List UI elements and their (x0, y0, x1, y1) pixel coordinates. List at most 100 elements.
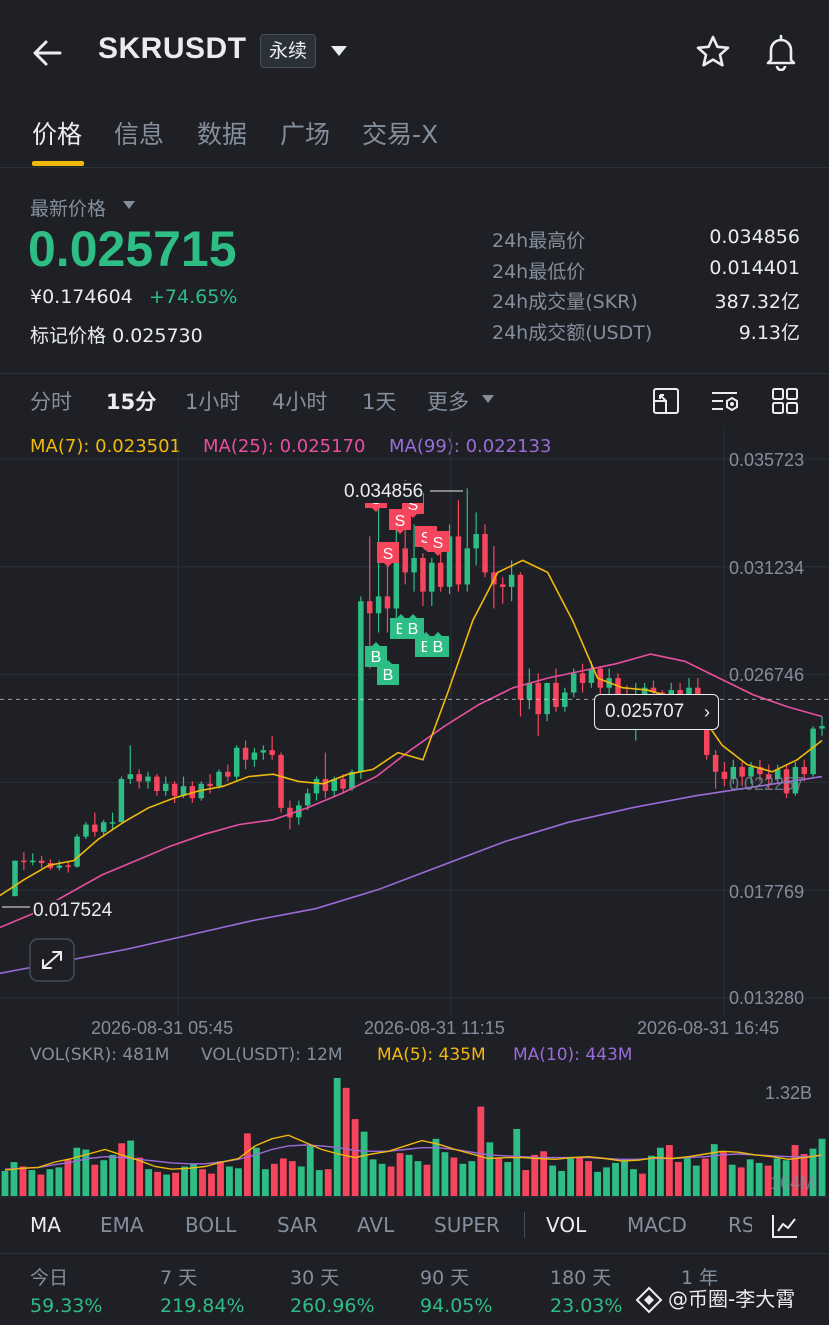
y-axis-label: 0.031234 (729, 558, 805, 578)
stat-label: 24h最低价 (492, 261, 586, 283)
layout-grid-icon[interactable] (770, 386, 800, 416)
stat-high: 24h最高价 0.034856 (492, 226, 800, 256)
dropdown-triangle-icon[interactable] (122, 200, 136, 210)
stat-volume-skr: 24h成交量(SKR) 387.32亿 (492, 287, 800, 317)
chart-settings-icon[interactable] (709, 386, 741, 416)
candle-body (29, 860, 36, 863)
volume-bar (136, 1157, 144, 1196)
bell-icon[interactable] (763, 33, 799, 71)
volume-bar (594, 1171, 601, 1196)
fullscreen-expand-icon[interactable] (29, 938, 75, 982)
indicator-avl[interactable]: AVL (357, 1213, 394, 1237)
volume-chart[interactable] (0, 1070, 829, 1198)
interval-more[interactable]: 更多 (427, 386, 469, 416)
indicator-super[interactable]: SUPER (434, 1213, 500, 1237)
volume-bar (369, 1159, 377, 1196)
candle (83, 822, 89, 840)
volume-bar (423, 1164, 431, 1196)
candle (127, 745, 134, 784)
candle-body (207, 783, 213, 787)
current-price-value: 0.025707 (605, 701, 685, 722)
candle-body (526, 682, 533, 700)
perf-label: 7 天 (160, 1267, 198, 1289)
volume-bar (64, 1159, 72, 1196)
candle-body (92, 824, 98, 832)
candle (21, 852, 27, 871)
top-bar: SKRUSDT 永续 (0, 0, 829, 105)
candle-body (819, 726, 825, 729)
indicator-ema[interactable]: EMA (100, 1213, 144, 1237)
volume-bar (28, 1170, 36, 1196)
candle-body (340, 778, 346, 789)
candle (154, 774, 160, 796)
volume-bar (567, 1158, 575, 1196)
chart-expand-icon[interactable] (651, 386, 681, 416)
candle-body (482, 534, 488, 573)
buy-marker: B (365, 642, 387, 667)
indicator-ma[interactable]: MA (30, 1213, 61, 1237)
candle (233, 745, 240, 782)
tab-trade-x[interactable]: 交易-X (362, 115, 438, 151)
tab-data[interactable]: 数据 (197, 115, 247, 151)
candle-body (136, 774, 142, 782)
indicator-rsi[interactable]: RSI (728, 1213, 752, 1237)
candle (473, 512, 479, 566)
volume-bar (288, 1161, 296, 1196)
star-icon[interactable] (695, 34, 731, 70)
symbol-title[interactable]: SKRUSDT (98, 32, 247, 66)
dropdown-triangle-icon[interactable] (481, 394, 495, 404)
volume-bar (315, 1170, 323, 1196)
candle (207, 774, 213, 794)
indicator-chart-icon[interactable] (770, 1212, 800, 1240)
candle (517, 572, 524, 717)
tab-square[interactable]: 广场 (280, 115, 330, 151)
volume-bar (450, 1157, 458, 1196)
volume-bar (127, 1140, 135, 1196)
volume-bar (486, 1142, 494, 1196)
volume-bar (82, 1149, 90, 1196)
change-percent: +74.65% (149, 286, 238, 308)
candle (393, 524, 400, 633)
active-tab-indicator (32, 161, 84, 166)
volume-bar (235, 1168, 242, 1196)
candle (544, 682, 550, 722)
candle-body (535, 682, 541, 715)
interval-timeline[interactable]: 分时 (30, 386, 72, 416)
current-price-tag[interactable]: 0.025707 › (594, 694, 719, 730)
interval-1h[interactable]: 1小时 (185, 386, 240, 416)
indicator-boll[interactable]: BOLL (185, 1213, 236, 1237)
tab-info[interactable]: 信息 (114, 115, 164, 151)
candle (499, 577, 506, 604)
contract-type-badge: 永续 (260, 34, 317, 68)
marker-label: B (408, 621, 419, 638)
volume-bar (324, 1169, 332, 1196)
volume-bar (504, 1162, 512, 1196)
indicator-vol[interactable]: VOL (546, 1213, 586, 1237)
volume-bar (755, 1162, 763, 1196)
candle-body (225, 771, 231, 777)
back-arrow-icon[interactable] (30, 35, 66, 71)
stat-value: 0.014401 (709, 257, 800, 279)
volume-bar (10, 1162, 18, 1196)
indicator-sar[interactable]: SAR (277, 1213, 318, 1237)
volume-bar (208, 1173, 215, 1196)
volume-bar (100, 1160, 108, 1196)
volume-bar (719, 1151, 727, 1196)
volume-bar (172, 1172, 179, 1196)
volume-bar (405, 1154, 413, 1196)
candle (109, 812, 116, 830)
interval-4h[interactable]: 4小时 (272, 386, 327, 416)
latest-price-label[interactable]: 最新价格 (30, 194, 106, 221)
tab-price[interactable]: 价格 (32, 115, 82, 151)
interval-15m[interactable]: 15分 (106, 386, 156, 416)
dropdown-triangle-icon[interactable] (329, 44, 349, 58)
interval-1d[interactable]: 1天 (362, 386, 396, 416)
volume-bar (279, 1158, 287, 1196)
divider (0, 373, 829, 374)
indicator-macd[interactable]: MACD (627, 1213, 687, 1237)
candle-body (553, 682, 559, 707)
candle (12, 860, 18, 897)
stat-label: 24h成交量(SKR) (492, 291, 638, 313)
candle (819, 716, 825, 736)
candle-body (464, 548, 471, 585)
